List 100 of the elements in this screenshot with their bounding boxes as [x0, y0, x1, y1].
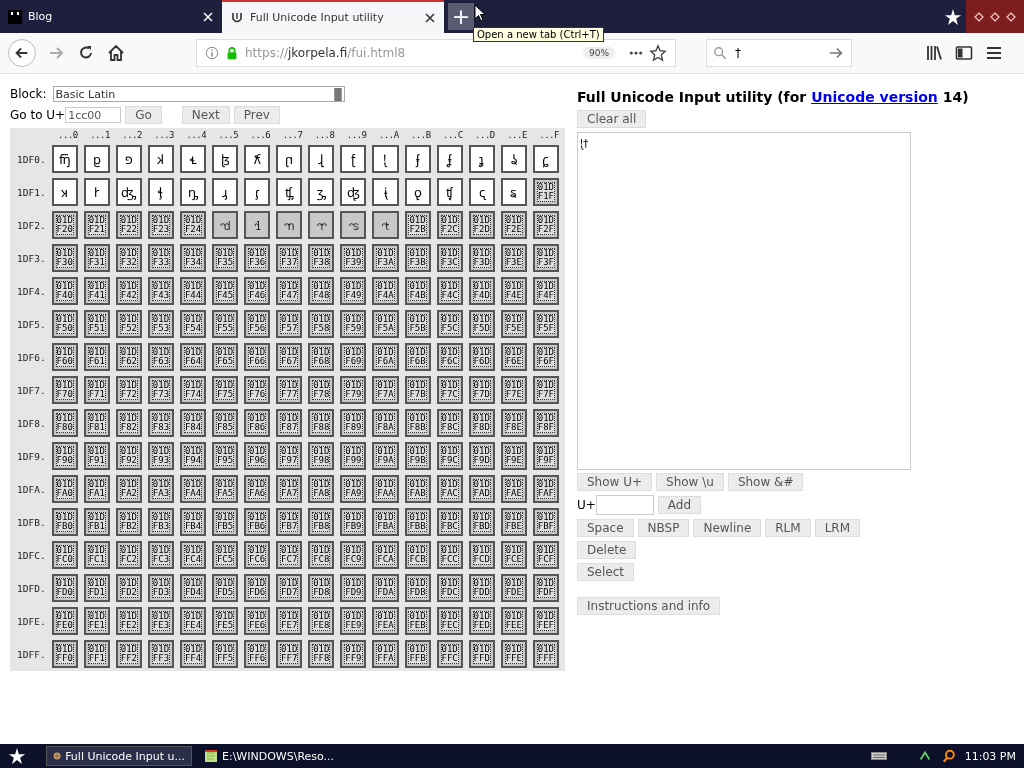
- keyboard-icon[interactable]: [870, 749, 887, 763]
- character-cell[interactable]: 𝼪: [372, 211, 399, 239]
- select-button[interactable]: Select: [577, 563, 635, 581]
- character-cell[interactable]: 01DFD6: [244, 574, 271, 602]
- character-cell[interactable]: 01DF7E: [500, 376, 527, 404]
- character-cell[interactable]: 𝼃: [147, 145, 174, 173]
- character-cell[interactable]: 𝼐: [51, 178, 78, 206]
- character-cell[interactable]: 01DF4D: [468, 277, 495, 305]
- character-cell[interactable]: 01DF30: [51, 244, 78, 272]
- character-cell[interactable]: 01DFB0: [51, 508, 78, 536]
- character-cell[interactable]: 01DFE8: [308, 607, 335, 635]
- character-cell[interactable]: 01DFCF: [532, 541, 559, 569]
- character-cell[interactable]: 01DF31: [83, 244, 110, 272]
- character-cell[interactable]: 𝼥: [212, 211, 239, 239]
- character-cell[interactable]: 01DF3A: [372, 244, 399, 272]
- new-tab-button[interactable]: +: [448, 3, 474, 30]
- character-cell[interactable]: 01DF7F: [532, 376, 559, 404]
- character-cell[interactable]: 01DF54: [179, 310, 207, 338]
- character-cell[interactable]: 𝼛: [404, 178, 431, 206]
- character-cell[interactable]: 01DFD3: [147, 574, 174, 602]
- character-cell[interactable]: 𝼉: [340, 145, 367, 173]
- text-area[interactable]: 𝼊†: [577, 132, 911, 470]
- character-cell[interactable]: 01DF4E: [500, 277, 527, 305]
- character-cell[interactable]: 𝼚: [372, 178, 399, 206]
- character-cell[interactable]: 01DFF7: [276, 640, 303, 668]
- bookmark-star-icon[interactable]: [649, 44, 667, 62]
- character-cell[interactable]: 01DF9D: [468, 442, 495, 470]
- character-cell[interactable]: 01DF73: [147, 376, 174, 404]
- character-cell[interactable]: 01DFC7: [276, 541, 303, 569]
- character-cell[interactable]: 𝼏: [532, 145, 559, 173]
- insert-character-button[interactable]: Space: [577, 519, 634, 537]
- character-cell[interactable]: 01DFFD: [468, 640, 495, 668]
- character-cell[interactable]: 01DF50: [51, 310, 78, 338]
- character-cell[interactable]: 01DF76: [244, 376, 271, 404]
- character-cell[interactable]: 01DF3F: [532, 244, 559, 272]
- character-cell[interactable]: 01DFA5: [212, 475, 239, 503]
- character-cell[interactable]: 01DFB3: [147, 508, 174, 536]
- character-cell[interactable]: 01DFEC: [436, 607, 463, 635]
- character-cell[interactable]: 01DF91: [83, 442, 110, 470]
- character-cell[interactable]: 01DFA3: [147, 475, 174, 503]
- character-cell[interactable]: 𝼎: [500, 145, 527, 173]
- character-cell[interactable]: 01DFCB: [404, 541, 431, 569]
- character-cell[interactable]: 01DFB1: [83, 508, 110, 536]
- character-cell[interactable]: 01DF4F: [532, 277, 559, 305]
- character-cell[interactable]: 01DF7B: [404, 376, 431, 404]
- character-cell[interactable]: 01DF93: [147, 442, 174, 470]
- character-cell[interactable]: 01DF7A: [372, 376, 399, 404]
- character-cell[interactable]: 01DF7C: [436, 376, 463, 404]
- character-cell[interactable]: 01DF69: [340, 343, 367, 371]
- character-cell[interactable]: 01DF6C: [436, 343, 463, 371]
- character-cell[interactable]: 𝼖: [244, 178, 271, 206]
- character-cell[interactable]: 01DF57: [276, 310, 303, 338]
- character-cell[interactable]: 01DFA1: [83, 475, 110, 503]
- character-cell[interactable]: 01DF92: [115, 442, 142, 470]
- character-cell[interactable]: 01DF8A: [372, 409, 399, 437]
- character-cell[interactable]: 01DF96: [244, 442, 271, 470]
- character-cell[interactable]: 01DF67: [276, 343, 303, 371]
- character-cell[interactable]: 01DFF9: [340, 640, 367, 668]
- character-cell[interactable]: 01DF99: [340, 442, 367, 470]
- character-cell[interactable]: 01DF78: [308, 376, 335, 404]
- unicode-version-link[interactable]: Unicode version: [811, 89, 938, 105]
- character-cell[interactable]: 01DFAA: [372, 475, 399, 503]
- address-bar[interactable]: https://jkorpela.fi/fui.html8 90%: [196, 39, 676, 67]
- character-cell[interactable]: 01DF3E: [500, 244, 527, 272]
- character-cell[interactable]: 01DF41: [83, 277, 110, 305]
- window-control-icon[interactable]: [974, 11, 984, 22]
- character-cell[interactable]: 𝼅: [212, 145, 239, 173]
- character-cell[interactable]: 01DFC9: [340, 541, 367, 569]
- window-control-icon[interactable]: [1006, 11, 1016, 22]
- character-cell[interactable]: 𝼩: [340, 211, 367, 239]
- character-cell[interactable]: 𝼨: [308, 211, 335, 239]
- character-cell[interactable]: 01DF86: [244, 409, 271, 437]
- character-cell[interactable]: 01DF70: [51, 376, 78, 404]
- instructions-button[interactable]: Instructions and info: [577, 597, 721, 615]
- show-format-button[interactable]: Show \u: [656, 473, 724, 491]
- character-cell[interactable]: 01DFBA: [372, 508, 399, 536]
- character-cell[interactable]: 01DFAF: [532, 475, 559, 503]
- character-cell[interactable]: 01DFB6: [244, 508, 271, 536]
- character-cell[interactable]: 01DFC8: [308, 541, 335, 569]
- insert-character-button[interactable]: LRM: [814, 519, 861, 537]
- character-cell[interactable]: 01DF4A: [372, 277, 399, 305]
- character-cell[interactable]: 01DF64: [179, 343, 207, 371]
- character-cell[interactable]: 01DFFF: [532, 640, 559, 668]
- character-cell[interactable]: 01DF3D: [468, 244, 495, 272]
- character-cell[interactable]: 01DFBC: [436, 508, 463, 536]
- character-cell[interactable]: 01DF59: [340, 310, 367, 338]
- character-cell[interactable]: 01DF90: [51, 442, 78, 470]
- zoom-badge[interactable]: 90%: [583, 47, 615, 59]
- character-cell[interactable]: 01DFD7: [276, 574, 303, 602]
- character-cell[interactable]: 01DF53: [147, 310, 174, 338]
- info-icon[interactable]: [205, 46, 219, 60]
- character-cell[interactable]: 01DF8D: [468, 409, 495, 437]
- character-cell[interactable]: 01DFDE: [500, 574, 527, 602]
- character-cell[interactable]: 01DF83: [147, 409, 174, 437]
- character-cell[interactable]: 01DFBE: [500, 508, 527, 536]
- character-cell[interactable]: 01DF94: [179, 442, 207, 470]
- character-cell[interactable]: 01DF56: [244, 310, 271, 338]
- character-cell[interactable]: 01DF81: [83, 409, 110, 437]
- character-cell[interactable]: 01DFAE: [500, 475, 527, 503]
- character-cell[interactable]: 𝼆: [244, 145, 271, 173]
